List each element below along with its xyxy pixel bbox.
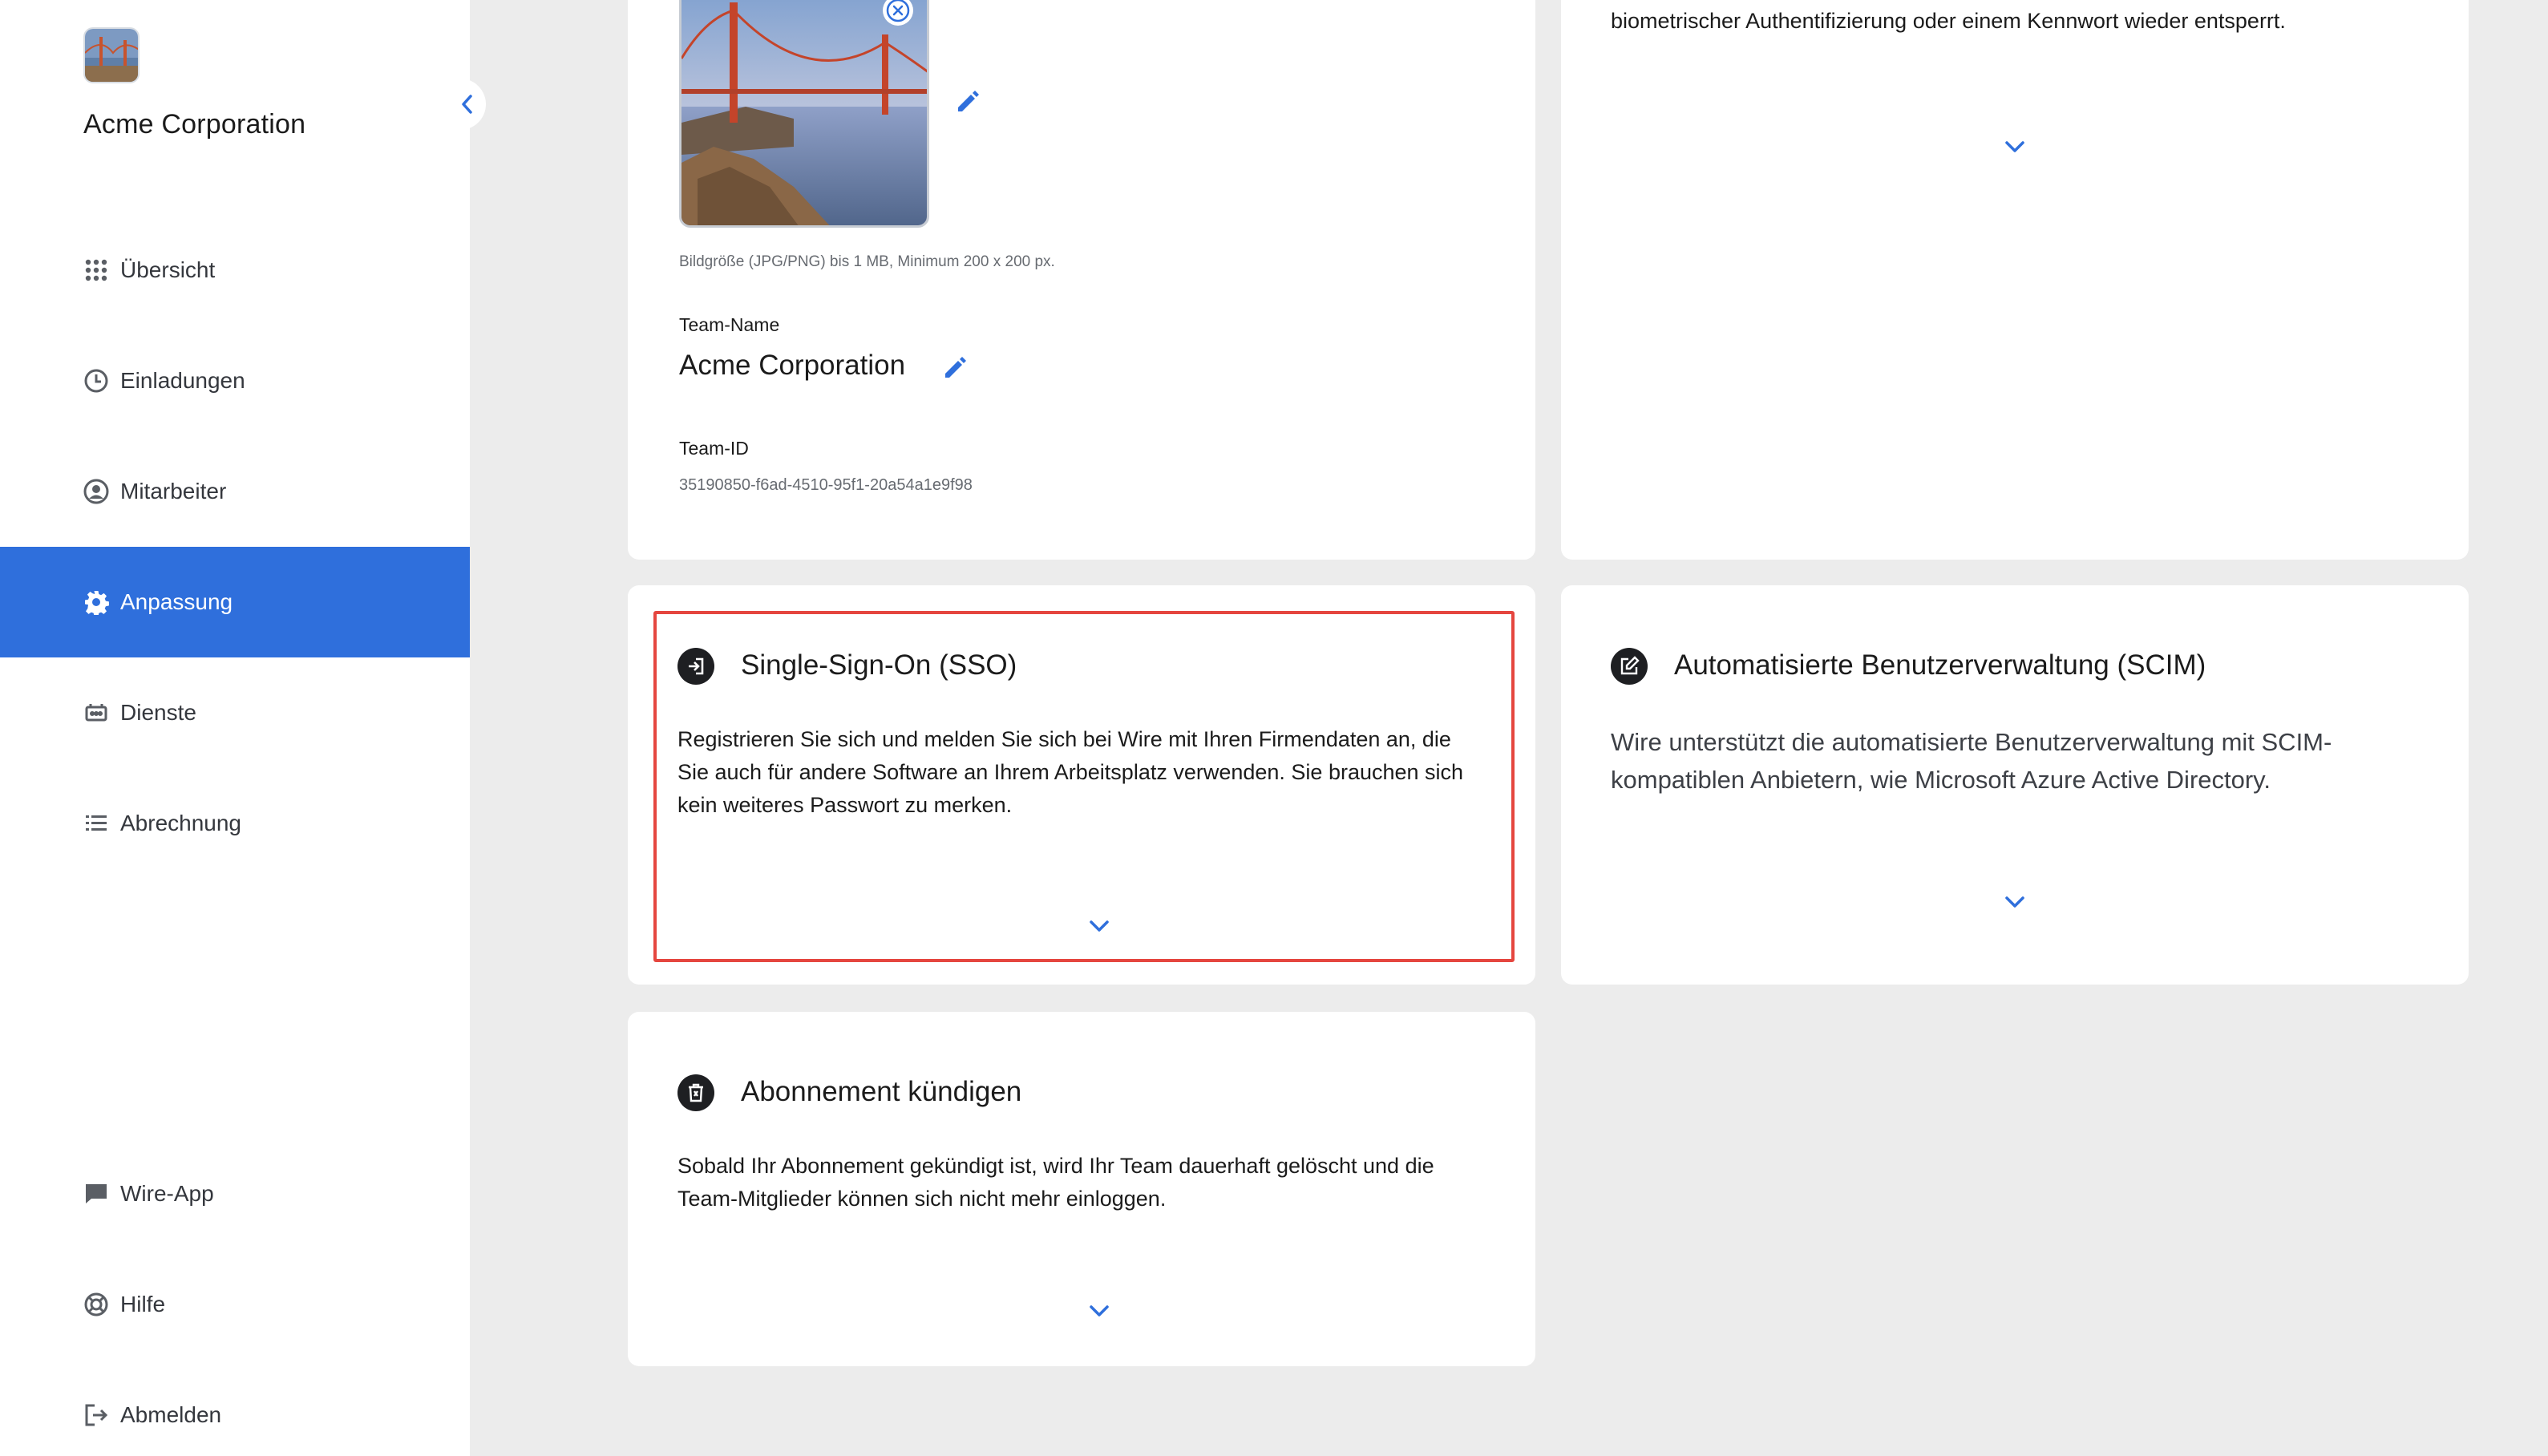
sidebar-item-label: Anpassung	[120, 589, 233, 614]
sidebar-item-label: Abrechnung	[120, 811, 242, 835]
user-circle-icon	[83, 479, 109, 504]
sidebar-item-mitarbeiter[interactable]: Mitarbeiter	[0, 436, 470, 547]
logout-icon	[83, 1402, 109, 1428]
edit-square-icon	[1611, 648, 1648, 685]
sidebar-item-wire-app[interactable]: Wire-App	[0, 1139, 470, 1249]
app-lock-card: biometrischer Authentifizierung oder ein…	[1561, 0, 2469, 560]
sso-login-icon	[677, 648, 714, 685]
chevron-left-icon	[462, 95, 472, 114]
sso-title: Single-Sign-On (SSO)	[741, 649, 1017, 681]
sidebar-item-anpassung[interactable]: Anpassung	[0, 547, 470, 657]
cancel-subscription-card: Abonnement kündigen Sobald Ihr Abonnemen…	[628, 1012, 1535, 1366]
team-logo	[83, 27, 140, 83]
sidebar-item-einladungen[interactable]: Einladungen	[0, 326, 470, 436]
chat-bubble-icon	[83, 1181, 109, 1207]
team-title: Acme Corporation	[83, 109, 306, 140]
team-name-value: Acme Corporation	[679, 350, 906, 381]
close-icon	[886, 0, 910, 22]
lifebuoy-icon	[83, 1292, 109, 1317]
sso-card: Single-Sign-On (SSO) Registrieren Sie si…	[628, 585, 1535, 985]
sidebar-item-label: Wire-App	[120, 1181, 214, 1206]
sidebar-item-uebersicht[interactable]: Übersicht	[0, 215, 470, 326]
scim-card: Automatisierte Benutzerverwaltung (SCIM)…	[1561, 585, 2469, 985]
sidebar: Acme Corporation Übersicht Einladungen M…	[0, 0, 470, 1456]
clock-icon	[83, 368, 109, 394]
sidebar-item-label: Einladungen	[120, 368, 245, 393]
team-name-label: Team-Name	[679, 314, 780, 335]
app-lock-text: biometrischer Authentifizierung oder ein…	[1611, 9, 2286, 33]
sidebar-item-label: Hilfe	[120, 1292, 166, 1316]
trash-icon	[677, 1074, 714, 1111]
sidebar-item-label: Abmelden	[120, 1402, 222, 1427]
expand-chevron-icon[interactable]	[1083, 1302, 1115, 1321]
services-icon	[83, 700, 109, 726]
sidebar-item-label: Mitarbeiter	[120, 479, 227, 504]
team-image	[679, 0, 929, 228]
edit-image-icon[interactable]	[953, 87, 982, 115]
cancel-subscription-title: Abonnement kündigen	[741, 1076, 1022, 1107]
sidebar-item-label: Dienste	[120, 700, 196, 725]
remove-image-button[interactable]	[883, 0, 913, 26]
cancel-subscription-text: Sobald Ihr Abonnement gekündigt ist, wir…	[677, 1154, 1434, 1211]
collapse-sidebar-button[interactable]	[449, 79, 486, 130]
team-info-card: Bildgröße (JPG/PNG) bis 1 MB, Minimum 20…	[628, 0, 1535, 560]
team-id-value: 35190850-f6ad-4510-95f1-20a54a1e9f98	[679, 476, 973, 494]
team-id-label: Team-ID	[679, 438, 749, 459]
sidebar-item-dienste[interactable]: Dienste	[0, 657, 470, 768]
sidebar-item-abrechnung[interactable]: Abrechnung	[0, 768, 470, 879]
expand-chevron-icon[interactable]	[1999, 138, 2031, 157]
sidebar-item-label: Übersicht	[120, 257, 216, 282]
sidebar-item-abmelden[interactable]: Abmelden	[0, 1360, 470, 1456]
scim-text: Wire unterstützt die automatisierte Benu…	[1611, 728, 2332, 794]
expand-chevron-icon[interactable]	[1999, 893, 2031, 912]
expand-chevron-icon[interactable]	[1083, 917, 1115, 936]
sidebar-item-hilfe[interactable]: Hilfe	[0, 1249, 470, 1360]
list-icon	[83, 811, 109, 836]
sso-text: Registrieren Sie sich und melden Sie sic…	[677, 727, 1464, 817]
edit-team-name-icon[interactable]	[940, 353, 969, 382]
image-hint: Bildgröße (JPG/PNG) bis 1 MB, Minimum 20…	[679, 253, 1055, 270]
grid-icon	[83, 257, 109, 283]
scim-title: Automatisierte Benutzerverwaltung (SCIM)	[1674, 649, 2206, 681]
gear-icon	[83, 589, 109, 615]
